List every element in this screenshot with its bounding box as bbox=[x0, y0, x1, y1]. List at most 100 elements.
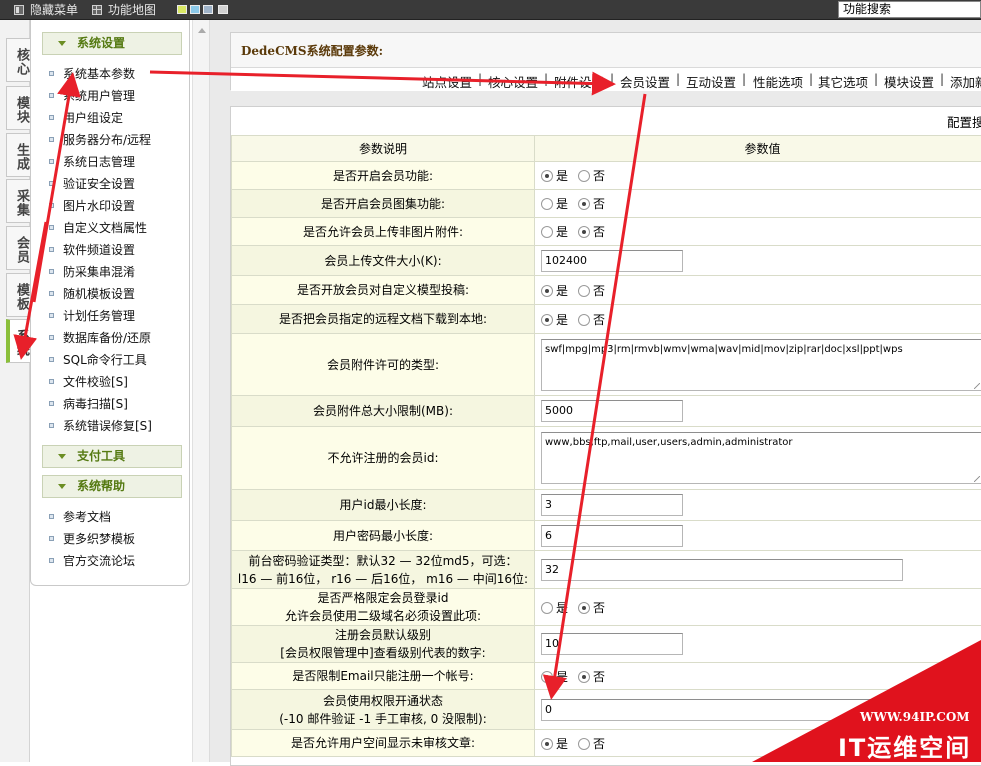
left-tab-2[interactable]: 生成 bbox=[6, 133, 30, 177]
radio-yes[interactable] bbox=[541, 170, 553, 182]
menu-item[interactable]: 图片水印设置 bbox=[46, 196, 135, 216]
menu-item[interactable]: 数据库备份/还原 bbox=[46, 328, 151, 348]
radio-no[interactable] bbox=[578, 738, 590, 750]
bullet-icon bbox=[49, 291, 54, 296]
menu-header-system-settings[interactable]: 系统设置 bbox=[42, 32, 182, 55]
radio-yes[interactable] bbox=[541, 226, 553, 238]
text-input[interactable]: 32 bbox=[541, 559, 903, 581]
menu-header-system-help[interactable]: 系统帮助 bbox=[42, 475, 182, 498]
radio-label-no[interactable]: 否 bbox=[593, 284, 605, 298]
tab-separator: | bbox=[742, 72, 746, 86]
textarea-input[interactable]: www,bbs,ftp,mail,user,users,admin,admini… bbox=[541, 432, 981, 484]
function-map-link[interactable]: 功能地图 bbox=[108, 0, 156, 20]
config-tab-3[interactable]: 会员设置 bbox=[620, 72, 670, 91]
radio-label-no[interactable]: 否 bbox=[593, 197, 605, 211]
text-input[interactable]: 10 bbox=[541, 633, 683, 655]
menu-item[interactable]: 计划任务管理 bbox=[46, 306, 135, 326]
textarea-input[interactable]: swf|mpg|mp3|rm|rmvb|wmv|wma|wav|mid|mov|… bbox=[541, 339, 981, 391]
function-map-icon[interactable] bbox=[92, 5, 102, 15]
config-tab-4[interactable]: 互动设置 bbox=[686, 72, 736, 91]
config-label-line: 是否限制Email只能注册一个帐号: bbox=[232, 667, 534, 685]
skin-swatch-2[interactable] bbox=[190, 5, 200, 14]
menu-item[interactable]: SQL命令行工具 bbox=[46, 350, 147, 370]
menu-item[interactable]: 更多织梦模板 bbox=[46, 529, 135, 549]
radio-label-no[interactable]: 否 bbox=[593, 225, 605, 239]
config-tab-0[interactable]: 站点设置 bbox=[422, 72, 472, 91]
text-input[interactable]: 3 bbox=[541, 494, 683, 516]
config-tab-2[interactable]: 附件设置 bbox=[554, 72, 604, 91]
radio-yes[interactable] bbox=[541, 285, 553, 297]
config-label-line: 用户密码最小长度: bbox=[232, 527, 534, 545]
radio-label-no[interactable]: 否 bbox=[593, 737, 605, 751]
radio-label-yes[interactable]: 是 bbox=[556, 670, 568, 684]
skin-swatch-1[interactable] bbox=[177, 5, 187, 14]
radio-label-yes[interactable]: 是 bbox=[556, 601, 568, 615]
text-input[interactable]: 102400 bbox=[541, 250, 683, 272]
hide-menu-icon[interactable] bbox=[14, 5, 24, 15]
menu-item[interactable]: 系统错误修复[S] bbox=[46, 416, 152, 436]
menu-item[interactable]: 验证安全设置 bbox=[46, 174, 135, 194]
radio-yes[interactable] bbox=[541, 671, 553, 683]
menu-header-payment-tools[interactable]: 支付工具 bbox=[42, 445, 182, 468]
left-tab-3[interactable]: 采集 bbox=[6, 179, 30, 223]
radio-no[interactable] bbox=[578, 170, 590, 182]
menu-item[interactable]: 系统基本参数 bbox=[46, 64, 135, 84]
config-tab-7[interactable]: 模块设置 bbox=[884, 72, 934, 91]
config-value: 是否 bbox=[535, 190, 981, 218]
radio-no[interactable] bbox=[578, 285, 590, 297]
menu-item[interactable]: 自定义文档属性 bbox=[46, 218, 147, 238]
left-tab-6[interactable]: 系统 bbox=[6, 319, 30, 363]
config-tab-8[interactable]: 添加新 bbox=[950, 72, 981, 91]
menu-item[interactable]: 文件校验[S] bbox=[46, 372, 128, 392]
radio-no[interactable] bbox=[578, 671, 590, 683]
radio-yes[interactable] bbox=[541, 198, 553, 210]
menu-item[interactable]: 软件频道设置 bbox=[46, 240, 135, 260]
left-tab-5[interactable]: 模板 bbox=[6, 273, 30, 317]
radio-label-no[interactable]: 否 bbox=[593, 670, 605, 684]
radio-yes[interactable] bbox=[541, 602, 553, 614]
text-input[interactable]: 6 bbox=[541, 525, 683, 547]
collapse-up-icon[interactable] bbox=[198, 28, 206, 33]
panel-splitter[interactable] bbox=[192, 20, 210, 762]
left-tab-0[interactable]: 核心 bbox=[6, 38, 30, 82]
menu-item-label: 随机模板设置 bbox=[63, 287, 135, 301]
radio-label-yes[interactable]: 是 bbox=[556, 313, 568, 327]
menu-item[interactable]: 系统日志管理 bbox=[46, 152, 135, 172]
radio-yes[interactable] bbox=[541, 314, 553, 326]
menu-item[interactable]: 参考文档 bbox=[46, 507, 111, 527]
menu-item[interactable]: 防采集串混淆 bbox=[46, 262, 135, 282]
radio-label-no[interactable]: 否 bbox=[593, 313, 605, 327]
menu-item[interactable]: 官方交流论坛 bbox=[46, 551, 135, 571]
menu-item[interactable]: 系统用户管理 bbox=[46, 86, 135, 106]
radio-label-yes[interactable]: 是 bbox=[556, 737, 568, 751]
bullet-icon bbox=[49, 514, 54, 519]
config-tab-5[interactable]: 性能选项 bbox=[753, 72, 803, 91]
radio-no[interactable] bbox=[578, 226, 590, 238]
function-search-input[interactable]: 功能搜索 bbox=[838, 1, 981, 18]
radio-label-yes[interactable]: 是 bbox=[556, 169, 568, 183]
menu-item[interactable]: 用户组设定 bbox=[46, 108, 123, 128]
radio-label-yes[interactable]: 是 bbox=[556, 197, 568, 211]
radio-label-yes[interactable]: 是 bbox=[556, 284, 568, 298]
radio-label-no[interactable]: 否 bbox=[593, 601, 605, 615]
menu-item[interactable]: 服务器分布/远程 bbox=[46, 130, 151, 150]
hide-menu-link[interactable]: 隐藏菜单 bbox=[30, 0, 78, 20]
radio-label-yes[interactable]: 是 bbox=[556, 225, 568, 239]
collapse-arrow-icon bbox=[58, 454, 66, 459]
left-tab-1[interactable]: 模块 bbox=[6, 86, 30, 130]
radio-no[interactable] bbox=[578, 314, 590, 326]
radio-label-no[interactable]: 否 bbox=[593, 169, 605, 183]
config-label-line: 是否允许会员上传非图片附件: bbox=[232, 223, 534, 241]
radio-yes[interactable] bbox=[541, 738, 553, 750]
left-tab-4[interactable]: 会员 bbox=[6, 226, 30, 270]
menu-item[interactable]: 随机模板设置 bbox=[46, 284, 135, 304]
menu-item[interactable]: 病毒扫描[S] bbox=[46, 394, 128, 414]
config-tab-6[interactable]: 其它选项 bbox=[818, 72, 868, 91]
skin-swatch-4[interactable] bbox=[218, 5, 228, 14]
watermark-url: WWW.94IP.COM bbox=[860, 710, 970, 724]
radio-no[interactable] bbox=[578, 198, 590, 210]
config-tab-1[interactable]: 核心设置 bbox=[488, 72, 538, 91]
skin-swatch-3[interactable] bbox=[203, 5, 213, 14]
radio-no[interactable] bbox=[578, 602, 590, 614]
text-input[interactable]: 5000 bbox=[541, 400, 683, 422]
